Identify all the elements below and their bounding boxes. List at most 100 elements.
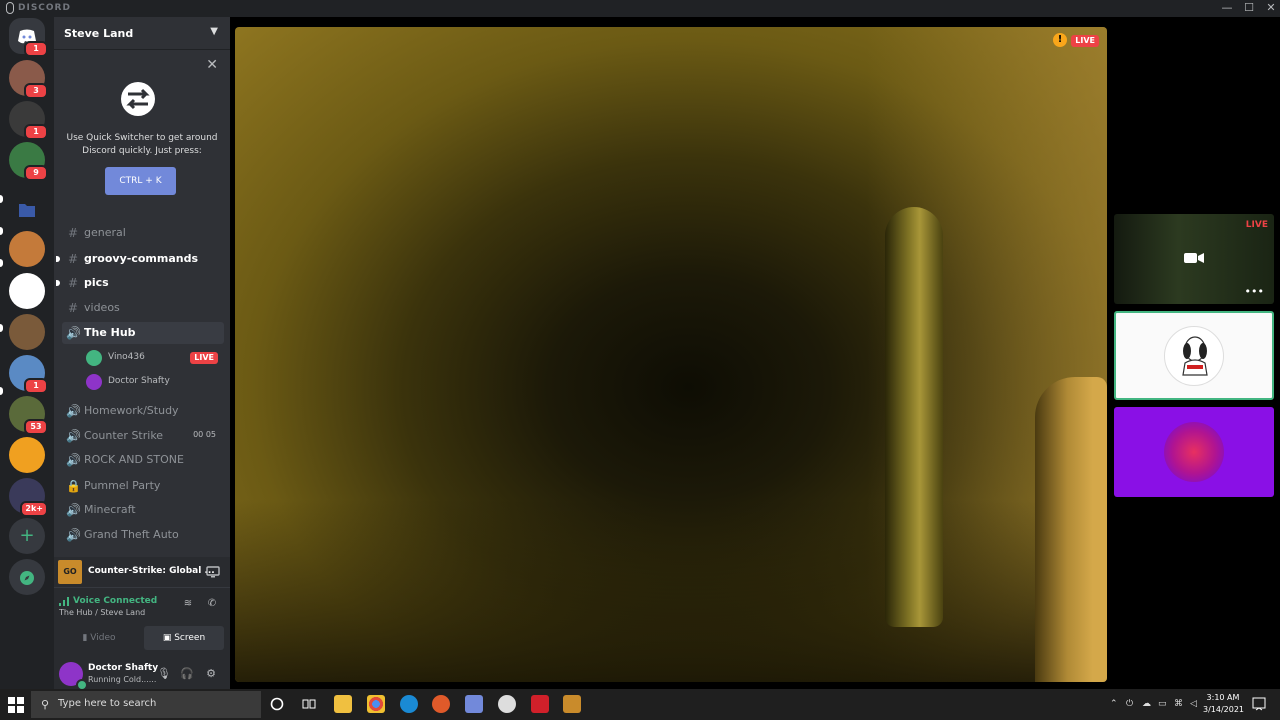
server-icon-server-10[interactable]: 2k+ [9,478,48,517]
server-icon-server-5[interactable] [9,273,45,309]
ctrl-k-button[interactable]: CTRL + K [105,167,176,195]
compass-icon [20,570,34,585]
hashtag-icon: # [67,276,79,290]
channel-pummel-party[interactable]: 🔒 Pummel Party [62,475,224,497]
server-icon-server-8[interactable]: 53 [9,396,48,435]
mention-badge: 3 [24,83,48,99]
server-header[interactable]: Steve Land ▼ [54,17,230,50]
voice-status[interactable]: Voice Connected [73,596,157,606]
clock-time: 3:10 AM [1206,693,1240,702]
hashtag-icon: # [67,252,79,266]
channel-minecraft[interactable]: 🔊 Minecraft [62,499,224,521]
swap-arrows-icon [121,82,155,116]
channel-videos[interactable]: # videos [62,297,224,319]
more-options-icon[interactable]: ••• [1245,285,1264,298]
cortana-icon[interactable] [270,697,284,711]
server-unread-pill [0,324,3,332]
mic-icon [6,2,14,14]
cloud-icon[interactable]: ☁ [1142,699,1151,709]
screen-share-view[interactable]: ! LIVE [235,27,1107,682]
video-button[interactable]: ▮ Video [59,626,139,650]
mention-badge: 2k+ [20,501,48,517]
mention-badge: 1 [24,378,48,394]
csgo-taskbar-icon[interactable] [563,695,581,713]
mention-badge: 53 [24,419,48,435]
server-icon-server-2[interactable]: 1 [9,101,48,140]
notification-icon[interactable] [1252,697,1266,711]
channel-homework-study[interactable]: 🔊 Homework/Study [62,400,224,422]
channel-the-hub[interactable]: 🔊 The Hub [62,322,224,344]
speaker-icon: 🔊 [66,453,81,467]
server-unread-pill [0,227,3,235]
explore-servers-button[interactable] [9,559,45,595]
voice-user-vino436[interactable]: Vino436 LIVE [84,347,224,369]
server-icon-folder[interactable] [9,192,45,228]
channel-label: pics [84,276,109,289]
voice-location: The Hub / Steve Land [59,608,146,617]
mention-badge: 9 [24,165,48,181]
stream-settings-icon[interactable] [206,565,220,579]
channel-rock-and-stone[interactable]: 🔊 ROCK AND STONE [62,449,224,471]
participant-tile-stream[interactable]: LIVE ••• [1114,214,1274,304]
channel-grand-theft-auto[interactable]: 🔊 Grand Theft Auto [62,524,224,546]
windows-start-icon[interactable] [8,697,24,713]
obs-icon[interactable] [498,695,516,713]
signal-icon [59,597,69,606]
noise-suppression-icon[interactable]: ≋ [180,596,196,612]
server-icon-server-1[interactable]: 3 [9,60,48,99]
taskbar-clock[interactable]: 3:10 AM 3/14/2021 [1203,692,1244,716]
task-view-icon[interactable] [302,697,316,711]
headphones-icon[interactable]: 🎧 [178,665,196,683]
user-status-text: Running Cold...... [88,675,157,684]
video-label: Video [90,633,116,643]
file-explorer-icon[interactable] [334,695,352,713]
tile-live-label: LIVE [1245,220,1268,230]
tray-icon[interactable]: ▭ [1158,699,1167,709]
close-icon[interactable]: ✕ [206,57,218,73]
channel-groovy-commands[interactable]: # groovy-commands [56,248,224,270]
maximize-button[interactable]: ☐ [1242,2,1256,14]
tray-icon[interactable]: ⏻ [1126,699,1133,709]
disconnect-icon[interactable]: ✆ [204,596,220,612]
warning-icon[interactable]: ! [1053,33,1067,47]
close-window-button[interactable]: ✕ [1264,2,1278,14]
channel-pics[interactable]: # pics [56,272,224,294]
voice-user-doctor-shafty[interactable]: Doctor Shafty [84,371,224,393]
discord-taskbar-icon[interactable] [465,695,483,713]
channel-sidebar: Steve Land ▼ ✕ Use Quick Switcher to get… [54,17,230,691]
server-icon-server-9[interactable] [9,437,45,473]
channel-label: videos [84,301,120,314]
speaker-icon: 🔊 [66,429,81,443]
channel-general[interactable]: # general [62,222,224,244]
server-icon-discord-home[interactable]: 1 [9,18,48,57]
server-icon-server-6[interactable] [9,314,45,350]
channel-counter-strike[interactable]: 🔊 Counter Strike 00 05 [62,425,224,447]
app-icon[interactable] [432,695,450,713]
quick-switcher-text: Use Quick Switcher to get around Discord… [66,133,218,156]
participant-tile[interactable] [1114,407,1274,497]
volume-icon[interactable]: ◁ [1190,699,1197,709]
app-icon[interactable] [531,695,549,713]
tray-chevron-icon[interactable]: ⌃ [1110,699,1118,709]
server-unread-pill [0,387,3,395]
plus-icon: + [19,525,35,546]
channel-label: Minecraft [84,503,136,516]
add-server-button[interactable]: + [9,518,45,554]
edge-icon[interactable] [400,695,418,713]
user-panel: Doctor Shafty Running Cold...... 🎙 🎧 ⚙ [54,659,230,691]
chrome-icon[interactable] [367,695,385,713]
network-icon[interactable]: ⌘ [1174,699,1183,709]
gear-icon[interactable]: ⚙ [202,665,220,683]
taskbar-search[interactable]: ⚲ Type here to search [31,691,261,718]
folder-icon [19,204,35,217]
mention-badge: 1 [24,41,48,57]
lock-icon: 🔒 [66,479,81,493]
server-icon-server-7[interactable]: 1 [9,355,48,394]
screen-share-button[interactable]: ▣ Screen [144,626,224,650]
microphone-icon[interactable]: 🎙 [155,665,173,683]
cave-floor [235,498,1107,682]
server-icon-server-3[interactable]: 9 [9,142,48,181]
server-icon-server-4[interactable] [9,231,45,267]
participant-tile-speaking[interactable] [1114,311,1274,400]
minimize-button[interactable]: — [1220,2,1234,14]
